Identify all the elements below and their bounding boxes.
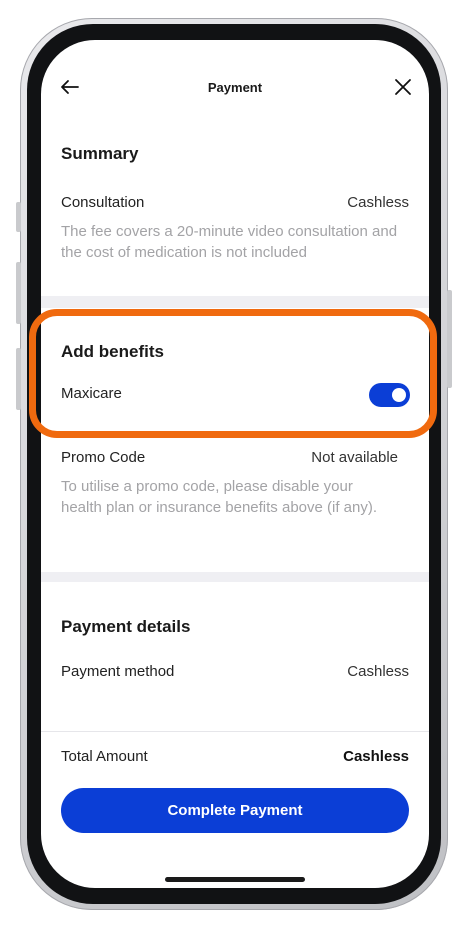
total-amount-label: Total Amount: [61, 748, 148, 765]
home-indicator: [165, 877, 305, 882]
promo-code-label: Promo Code: [61, 449, 146, 466]
section-divider: [41, 296, 429, 308]
top-bar: Payment: [41, 40, 429, 136]
payment-method-label: Payment method: [61, 663, 175, 680]
phone-silent-switch: [16, 202, 21, 232]
close-icon: [395, 79, 411, 95]
complete-payment-button[interactable]: Complete Payment: [61, 788, 409, 833]
promo-code-value: Not available: [311, 449, 398, 466]
payment-method-value: Cashless: [347, 663, 409, 680]
toggle-knob: [392, 388, 406, 402]
consultation-label: Consultation: [61, 194, 145, 211]
promo-code-description: To utilise a promo code, please disable …: [61, 478, 378, 516]
footer-divider: [41, 731, 429, 732]
maxicare-label: Maxicare: [61, 385, 122, 402]
consultation-description: The fee covers a 20-minute video consult…: [61, 223, 398, 261]
phone-power-button: [447, 290, 452, 388]
page-title: Payment: [207, 80, 263, 95]
add-benefits-title: Add benefits: [61, 342, 164, 361]
section-divider: [41, 572, 429, 582]
summary-title: Summary: [61, 144, 139, 163]
maxicare-toggle[interactable]: [369, 383, 410, 407]
phone-volume-up: [16, 262, 21, 324]
total-amount-value: Cashless: [343, 748, 409, 765]
phone-volume-down: [16, 348, 21, 410]
app-screen: Payment Summary Consultation Cashless Th…: [41, 40, 429, 888]
payment-details-title: Payment details: [61, 617, 191, 636]
consultation-value: Cashless: [347, 194, 409, 211]
close-button[interactable]: [391, 75, 415, 99]
